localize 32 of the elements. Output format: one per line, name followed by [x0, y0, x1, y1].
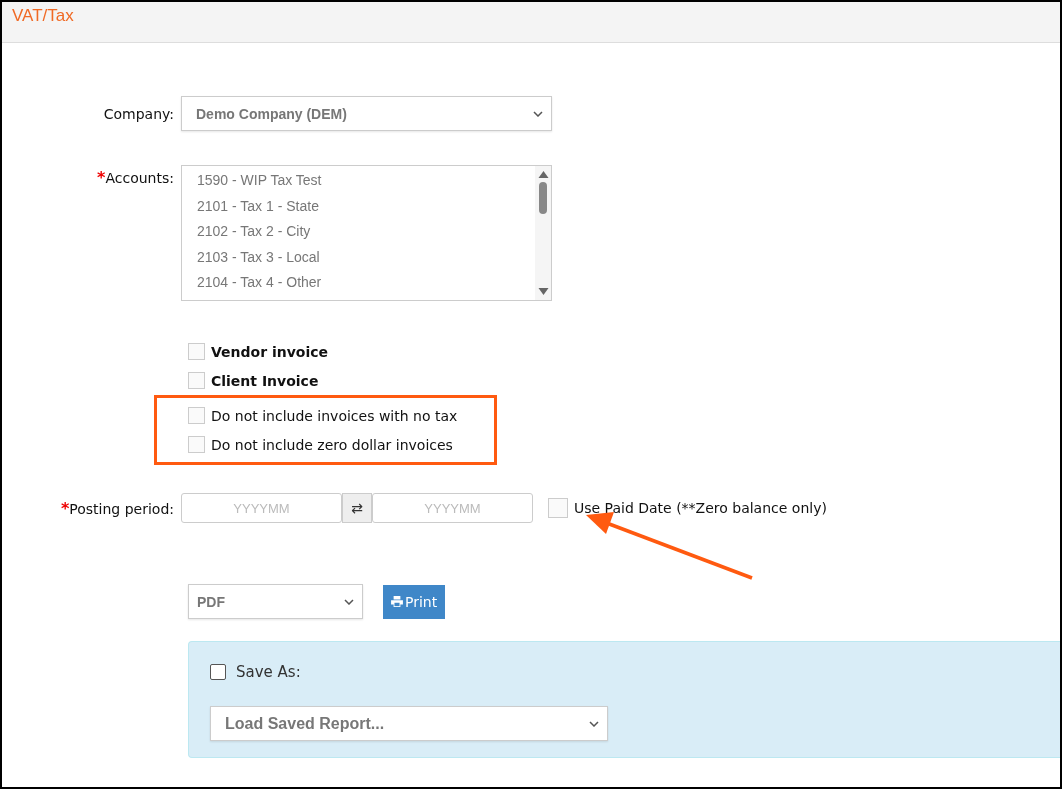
- load-report-select[interactable]: Load Saved Report...: [210, 706, 608, 741]
- checkbox-label: Use Paid Date (**Zero balance only): [574, 500, 827, 516]
- accounts-listbox[interactable]: 1590 - WIP Tax Test 2101 - Tax 1 - State 2102 - Tax 2 - City 2103 - Tax 3 - Local 2104 - Tax 4 - Other: [181, 165, 552, 301]
- account-option[interactable]: 2104 - Tax 4 - Other: [197, 274, 535, 300]
- account-option[interactable]: 2103 - Tax 3 - Local: [197, 248, 535, 274]
- checkbox[interactable]: [210, 664, 226, 680]
- scroll-up-icon[interactable]: [537, 170, 549, 178]
- save-as-label: Save As:: [236, 663, 301, 681]
- checkbox-label: Vendor invoice: [211, 343, 329, 360]
- checkbox-label: Do not include zero dollar invoices: [211, 436, 453, 453]
- print-button[interactable]: Print: [383, 584, 446, 619]
- account-option[interactable]: 1590 - WIP Tax Test: [197, 172, 535, 198]
- printer-icon: [391, 596, 403, 607]
- to-date-field[interactable]: YYYYMM: [372, 493, 533, 523]
- accounts-label: *Accounts:: [96, 167, 175, 187]
- scroll-down-icon[interactable]: [537, 288, 549, 296]
- account-option[interactable]: 2102 - Tax 2 - City: [197, 223, 535, 249]
- company-label: Company:: [102, 105, 175, 122]
- chevron-down-icon: [344, 598, 354, 605]
- swap-icon[interactable]: ⇄: [342, 493, 372, 523]
- chevron-down-icon: [533, 110, 543, 117]
- scrollbar-thumb[interactable]: [539, 182, 547, 214]
- page-title: VAT/Tax: [12, 6, 74, 25]
- posting-period-label: *Posting period:: [59, 498, 175, 518]
- format-select[interactable]: PDF: [188, 584, 363, 619]
- chevron-down-icon: [589, 720, 599, 727]
- from-date-field[interactable]: YYYYMM: [181, 493, 342, 523]
- account-option[interactable]: 2101 - Tax 1 - State: [197, 197, 535, 223]
- checkbox-label: Client Invoice: [211, 372, 319, 389]
- company-select[interactable]: Demo Company (DEM): [181, 96, 552, 131]
- scrollbar[interactable]: [535, 166, 551, 300]
- checkbox-label: Do not include invoices with no tax: [211, 407, 458, 424]
